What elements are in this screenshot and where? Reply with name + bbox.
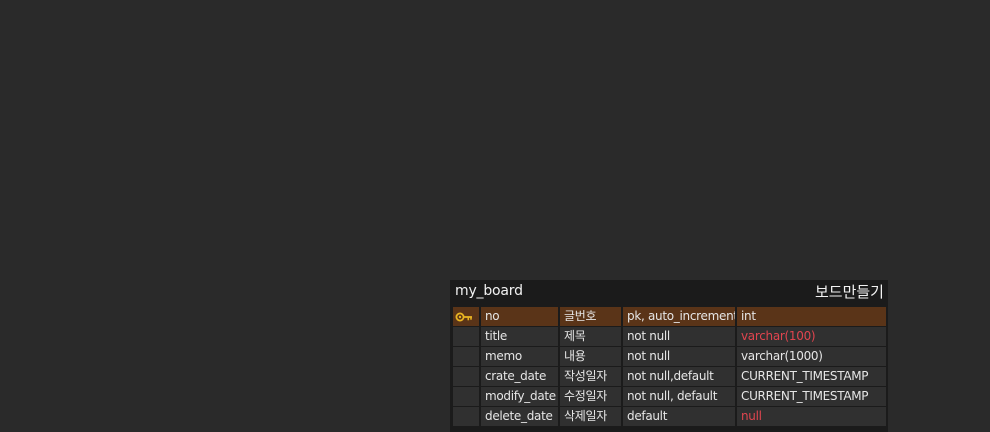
column-name: crate_date — [481, 367, 558, 386]
column-type: varchar(100) — [737, 327, 886, 346]
column-comment: 내용 — [560, 347, 621, 366]
table-comment: 보드만들기 — [814, 283, 884, 301]
column-name: memo — [481, 347, 558, 366]
key-cell — [453, 387, 479, 406]
column-type: CURRENT_TIMESTAMP — [737, 367, 886, 386]
column-comment: 수정일자 — [560, 387, 621, 406]
column-row-memo[interactable]: memo 내용 not null varchar(1000) — [453, 347, 886, 366]
column-comment: 제목 — [560, 327, 621, 346]
column-name: delete_date — [481, 407, 558, 426]
primary-key-cell — [453, 307, 479, 326]
column-row-title[interactable]: title 제목 not null varchar(100) — [453, 327, 886, 346]
column-type: CURRENT_TIMESTAMP — [737, 387, 886, 406]
key-icon — [455, 312, 472, 322]
column-list: no 글번호 pk, auto_increment int title 제목 n… — [453, 307, 886, 427]
column-name: modify_date — [481, 387, 558, 406]
column-comment: 글번호 — [560, 307, 621, 326]
diagram-canvas: my_board 보드만들기 no 글번호 pk, auto_increment — [0, 0, 990, 432]
column-options: default — [623, 407, 735, 426]
column-row-delete-date[interactable]: delete_date 삭제일자 default null — [453, 407, 886, 426]
table-header[interactable]: my_board 보드만들기 — [450, 280, 888, 306]
key-cell — [453, 327, 479, 346]
column-name: no — [481, 307, 558, 326]
column-options: not null — [623, 327, 735, 346]
column-name: title — [481, 327, 558, 346]
table-name: my_board — [455, 283, 523, 299]
key-cell — [453, 367, 479, 386]
table-entity-my-board[interactable]: my_board 보드만들기 no 글번호 pk, auto_increment — [450, 280, 888, 432]
column-type: int — [737, 307, 886, 326]
column-comment: 작성일자 — [560, 367, 621, 386]
column-row-no[interactable]: no 글번호 pk, auto_increment int — [453, 307, 886, 326]
column-options: pk, auto_increment — [623, 307, 735, 326]
key-cell — [453, 407, 479, 426]
column-options: not null — [623, 347, 735, 366]
column-row-modify-date[interactable]: modify_date 수정일자 not null, default CURRE… — [453, 387, 886, 406]
column-comment: 삭제일자 — [560, 407, 621, 426]
column-type: varchar(1000) — [737, 347, 886, 366]
column-row-crate-date[interactable]: crate_date 작성일자 not null,default CURRENT… — [453, 367, 886, 386]
column-type: null — [737, 407, 886, 426]
key-cell — [453, 347, 479, 366]
column-options: not null,default — [623, 367, 735, 386]
column-options: not null, default — [623, 387, 735, 406]
